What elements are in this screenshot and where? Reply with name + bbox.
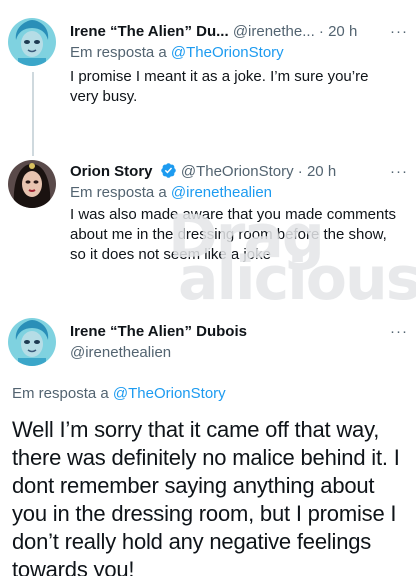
- avatar-orion-image: [8, 160, 56, 208]
- reply-handle-link[interactable]: @irenethealien: [171, 184, 272, 201]
- verified-badge-icon: [160, 163, 176, 178]
- reply-prefix: Em resposta a: [70, 44, 171, 61]
- main-tweet-text: Well I’m sorry that it came off that way…: [12, 417, 400, 576]
- reply-prefix: Em resposta a: [12, 385, 113, 402]
- avatar-irene-main[interactable]: [8, 318, 56, 366]
- main-reply-context: Em resposta a @TheOrionStory: [12, 384, 226, 404]
- author-name[interactable]: Irene “The Alien” Du...: [70, 23, 229, 40]
- main-author-name[interactable]: Irene “The Alien” Dubois: [70, 322, 247, 342]
- author-handle[interactable]: @TheOrionStory: [181, 163, 294, 180]
- reply-handle-link[interactable]: @TheOrionStory: [113, 385, 226, 402]
- tweet-orion-reply[interactable]: Orion Story @TheOrionStory · 20 h ··· Em…: [0, 150, 416, 310]
- tweet-text: I was also made aware that you made comm…: [70, 206, 396, 263]
- reply-context: Em resposta a @TheOrionStory: [70, 43, 284, 63]
- more-options-icon[interactable]: ···: [390, 162, 408, 182]
- separator-dot: ·: [318, 23, 324, 40]
- tweet-irene-reply[interactable]: Irene “The Alien” Du... @irenethe... · 2…: [0, 0, 416, 156]
- separator-dot: ·: [297, 163, 303, 180]
- author-handle[interactable]: @irenethe...: [233, 23, 315, 40]
- thread-line: [32, 72, 34, 156]
- more-options-icon[interactable]: ···: [390, 322, 408, 342]
- reply-context: Em resposta a @irenethealien: [70, 183, 272, 203]
- tweet-text: I promise I meant it as a joke. I’m sure…: [70, 68, 369, 105]
- reply-prefix: Em resposta a: [70, 184, 171, 201]
- avatar-irene-image: [8, 18, 56, 66]
- timestamp[interactable]: 20 h: [328, 23, 357, 40]
- avatar-irene[interactable]: [8, 18, 56, 66]
- avatar-irene-image: [8, 318, 56, 366]
- avatar-orion[interactable]: [8, 160, 56, 208]
- main-author-handle[interactable]: @irenethealien: [70, 343, 171, 363]
- more-options-icon[interactable]: ···: [390, 22, 408, 42]
- timestamp[interactable]: 20 h: [307, 163, 336, 180]
- reply-handle-link[interactable]: @TheOrionStory: [171, 44, 284, 61]
- author-name[interactable]: Orion Story: [70, 163, 153, 180]
